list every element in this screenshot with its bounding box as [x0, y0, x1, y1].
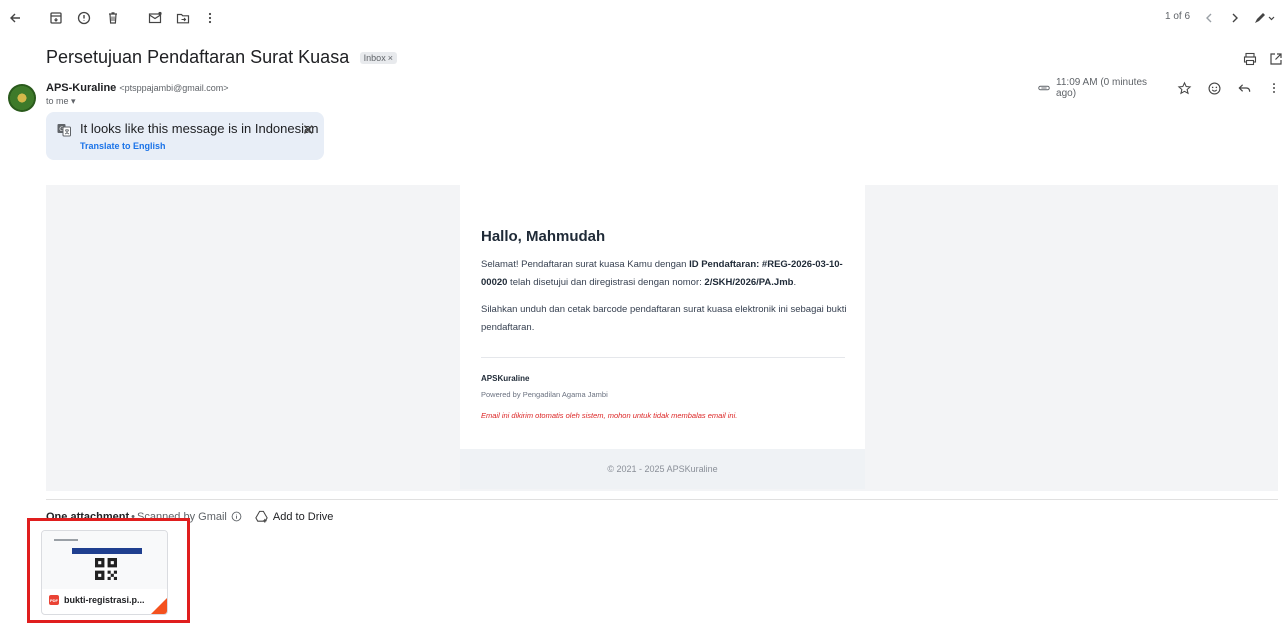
report-spam-icon[interactable] [74, 8, 94, 28]
back-arrow-icon[interactable] [5, 8, 25, 28]
email-divider [481, 357, 845, 358]
add-to-drive-button[interactable]: Add to Drive [254, 509, 334, 524]
preview-header-bar [72, 548, 142, 554]
qr-code-icon [95, 558, 117, 580]
delete-icon[interactable] [103, 8, 123, 28]
greeting-heading: Hallo, Mahmudah [481, 228, 606, 245]
attachment-icon [1035, 79, 1052, 97]
message-toolbar: 1 of 6 [0, 0, 1283, 36]
para1-text-e: . [793, 277, 797, 288]
attachment-separator: • [131, 510, 135, 523]
subject-row: Persetujuan Pendaftaran Surat Kuasa Inbo… [46, 47, 1282, 71]
recipient-details-toggle[interactable]: to me ▾ [46, 96, 76, 107]
pager-count: 1 of 6 [1165, 11, 1191, 22]
archive-icon[interactable] [46, 8, 66, 28]
move-to-icon[interactable] [173, 8, 193, 28]
approval-paragraph: Selamat! Pendaftaran surat kuasa Kamu de… [481, 256, 851, 292]
powered-by-text: Powered by Pengadilan Agama Jambi [481, 390, 608, 399]
attachment-filename: bukti-registrasi.p... [64, 595, 145, 605]
close-translate-icon[interactable]: ✕ [302, 121, 315, 139]
sender-avatar[interactable] [8, 84, 36, 112]
open-in-new-window-icon[interactable] [1266, 49, 1283, 69]
auto-email-notice: Email ini dikirim otomatis oleh sistem, … [481, 411, 738, 420]
translate-message: It looks like this message is in Indones… [80, 121, 319, 136]
scanned-by-gmail-text: Scanned by Gmail [137, 510, 227, 523]
attachment-divider [46, 499, 1278, 500]
input-tools-icon[interactable] [1251, 8, 1277, 28]
add-to-drive-icon [255, 510, 268, 523]
registration-number: 2/SKH/2026/PA.Jmb [704, 277, 794, 288]
mark-unread-icon[interactable] [145, 8, 165, 28]
para1-text-c: telah disetujui dan diregistrasi dengan … [507, 277, 705, 288]
more-actions-icon[interactable] [1266, 79, 1283, 97]
print-icon[interactable] [1240, 49, 1260, 69]
newer-chevron-icon[interactable] [1225, 8, 1245, 28]
attachment-count: One attachment [46, 510, 130, 523]
remove-label-icon[interactable]: × [388, 53, 393, 63]
email-card: Hallo, Mahmudah Selamat! Pendaftaran sur… [460, 185, 865, 449]
preview-title-line [54, 539, 78, 541]
attachment-corner-fold [151, 598, 167, 614]
translate-icon: G [56, 122, 72, 143]
email-brand: APSKuraline [481, 374, 530, 383]
inbox-label-chip[interactable]: Inbox × [359, 51, 397, 64]
more-vert-icon[interactable] [200, 8, 220, 28]
translate-banner: G It looks like this message is in Indon… [46, 112, 324, 160]
attachment-header: One attachment • Scanned by Gmail Add to… [46, 509, 333, 524]
reply-icon[interactable] [1236, 79, 1253, 97]
add-to-drive-label: Add to Drive [272, 510, 334, 523]
download-instruction-paragraph: Silahkan unduh dan cetak barcode pendaft… [481, 304, 847, 333]
attachment-preview [42, 531, 167, 589]
email-subject: Persetujuan Pendaftaran Surat Kuasa [46, 47, 350, 67]
sender-name[interactable]: APS-Kuraline [46, 82, 116, 94]
message-timestamp: 11:09 AM (0 minutes ago) [1056, 77, 1148, 99]
para1-text-a: Selamat! Pendaftaran surat kuasa Kamu de… [481, 259, 690, 270]
sender-line: APS-Kuraline <ptsppajambi@gmail.com> [46, 82, 229, 94]
pdf-file-icon: PDF [49, 595, 59, 605]
message-meta: 11:09 AM (0 minutes ago) [1035, 77, 1283, 99]
email-footer: © 2021 - 2025 APSKuraline [460, 449, 865, 489]
sender-email: <ptsppajambi@gmail.com> [119, 83, 229, 93]
translate-to-english-link[interactable]: Translate to English [80, 141, 166, 151]
emoji-reaction-icon[interactable] [1206, 79, 1223, 97]
star-icon[interactable] [1176, 79, 1193, 97]
attachment-file: PDF bukti-registrasi.p... [49, 595, 145, 605]
label-text: Inbox [363, 52, 386, 63]
info-icon[interactable] [231, 511, 242, 522]
attachment-card[interactable]: PDF bukti-registrasi.p... [41, 530, 168, 615]
older-chevron-icon[interactable] [1199, 8, 1219, 28]
